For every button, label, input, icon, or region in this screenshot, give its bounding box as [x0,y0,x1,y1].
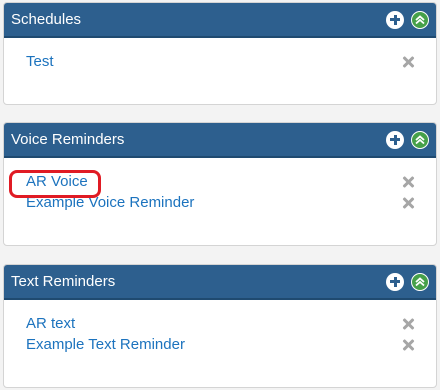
voice-reminder-link-ar-voice[interactable]: AR Voice [26,173,88,190]
add-text-reminder-icon[interactable] [386,272,404,291]
text-reminder-link-example[interactable]: Example Text Reminder [26,336,185,353]
add-voice-reminder-icon[interactable] [386,130,404,149]
voice-reminders-panel: Voice Reminders AR Voice Example Voice R… [3,122,437,246]
text-reminder-link-ar-text[interactable]: AR text [26,315,75,332]
voice-reminders-title: Voice Reminders [11,131,125,148]
delete-icon[interactable] [402,176,414,188]
delete-icon[interactable] [402,339,414,351]
voice-reminder-link-example[interactable]: Example Voice Reminder [26,194,194,211]
schedules-title: Schedules [11,11,82,28]
collapse-voice-reminders-icon[interactable] [411,130,429,149]
text-reminders-header: Text Reminders [4,265,436,300]
text-reminders-title: Text Reminders [11,273,116,290]
delete-icon[interactable] [402,197,414,209]
text-reminders-panel: Text Reminders AR text Example Text Remi… [3,264,437,388]
add-schedule-icon[interactable] [386,10,404,29]
schedule-link-test[interactable]: Test [26,53,54,70]
voice-reminder-row: Example Voice Reminder [26,192,414,213]
delete-icon[interactable] [402,318,414,330]
schedules-header: Schedules [4,3,436,38]
voice-reminders-header: Voice Reminders [4,123,436,158]
schedule-row: Test [26,51,414,72]
text-reminder-row: AR text [26,313,414,334]
voice-reminder-row: AR Voice [26,171,414,192]
text-reminder-row: Example Text Reminder [26,334,414,355]
delete-icon[interactable] [402,56,414,68]
schedules-panel: Schedules Test [3,2,437,105]
collapse-text-reminders-icon[interactable] [411,272,429,291]
collapse-schedules-icon[interactable] [411,10,429,29]
